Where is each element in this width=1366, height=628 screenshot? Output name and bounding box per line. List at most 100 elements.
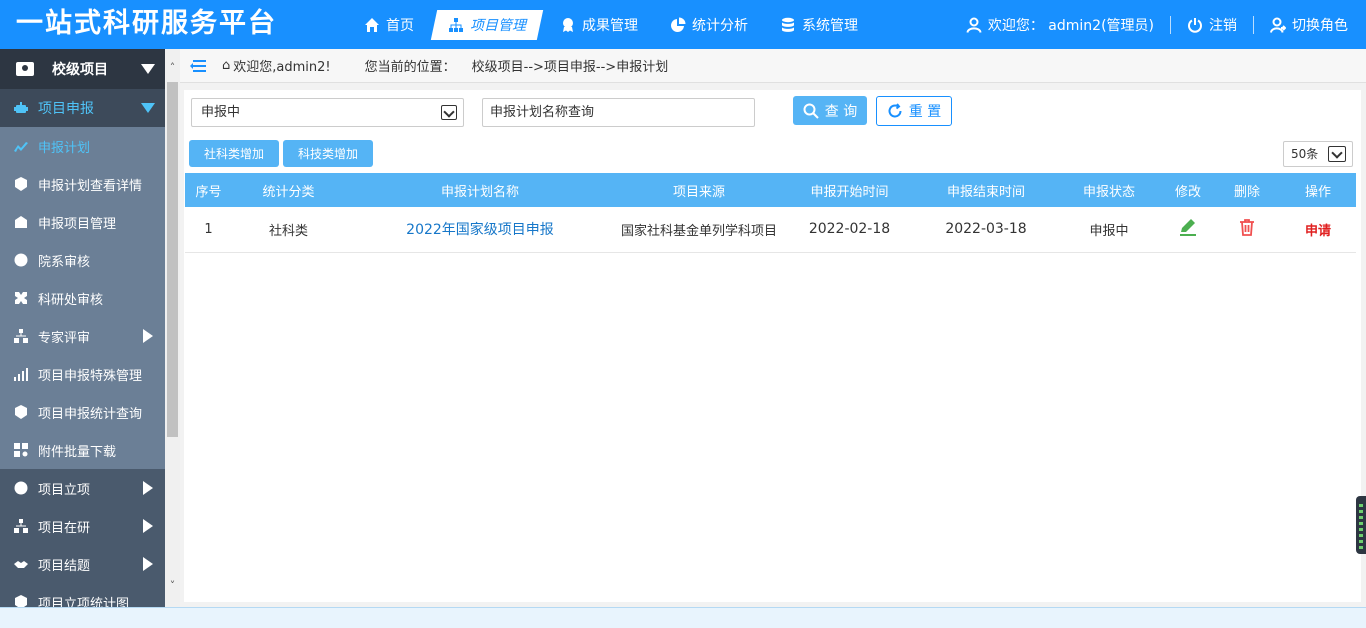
top-header: 一站式科研服务平台 首页 项目管理 成果管理 统计分析 系统管理 欢迎您： ad… bbox=[0, 0, 1366, 49]
chevron-down-icon bbox=[1328, 146, 1346, 162]
nav-home[interactable]: 首页 bbox=[352, 10, 426, 40]
sidebar-item-project-management[interactable]: 申报项目管理 bbox=[0, 203, 165, 241]
column-header: 序号 bbox=[185, 173, 232, 207]
chevron-up-icon[interactable]: ˄ bbox=[167, 61, 178, 75]
sidebar-item-project-completion[interactable]: 项目结题 bbox=[0, 545, 165, 583]
cube-icon bbox=[14, 177, 28, 191]
row-index: 1 bbox=[185, 207, 232, 253]
sidebar-item-project-in-progress[interactable]: 项目在研 bbox=[0, 507, 165, 545]
table-row: 1 社科类 2022年国家级项目申报 国家社科基金单列学科项目 2022-02-… bbox=[185, 207, 1356, 253]
nav-achievement-management[interactable]: 成果管理 bbox=[548, 10, 650, 40]
row-source: 国家社科基金单列学科项目 bbox=[615, 207, 783, 253]
user-icon bbox=[966, 17, 982, 33]
row-start-date: 2022-02-18 bbox=[783, 207, 916, 253]
add-social-science-button[interactable]: 社科类增加 bbox=[189, 140, 279, 167]
column-header: 删除 bbox=[1214, 173, 1280, 207]
database-icon bbox=[782, 17, 794, 32]
cube-icon bbox=[14, 405, 28, 419]
row-end-date: 2022-03-18 bbox=[916, 207, 1056, 253]
content-panel: 申报中 查 询 重 置 社科类增加 科技类增加 50条 序号 统计分类 bbox=[184, 90, 1361, 602]
monitor-icon bbox=[16, 62, 34, 76]
building-icon bbox=[14, 215, 28, 229]
circle-icon bbox=[14, 253, 28, 267]
line-chart-icon bbox=[14, 139, 28, 153]
aperture-icon bbox=[14, 481, 28, 495]
app-logo: 一站式科研服务平台 bbox=[16, 8, 277, 39]
menu-toggle-icon[interactable] bbox=[190, 59, 206, 73]
scrollbar-thumb[interactable] bbox=[167, 82, 178, 437]
sidebar-item-plan-details[interactable]: 申报计划查看详情 bbox=[0, 165, 165, 203]
caret-down-icon bbox=[141, 103, 155, 113]
status-select[interactable]: 申报中 bbox=[191, 98, 464, 127]
search-grid-icon bbox=[14, 443, 28, 457]
trash-icon[interactable] bbox=[1237, 219, 1257, 241]
handshake-icon bbox=[14, 557, 28, 571]
row-edit-cell bbox=[1162, 207, 1214, 253]
search-icon bbox=[803, 103, 819, 119]
column-header: 修改 bbox=[1162, 173, 1214, 207]
sidebar-scrollbar[interactable]: ˄ ˅ bbox=[165, 49, 180, 607]
divider bbox=[1170, 15, 1171, 34]
row-apply-button[interactable]: 申请 bbox=[1280, 207, 1356, 253]
nav-statistics[interactable]: 统计分析 bbox=[658, 10, 760, 40]
cube-icon bbox=[14, 595, 28, 607]
refresh-icon bbox=[888, 103, 902, 118]
breadcrumb-welcome: 欢迎您,admin2! bbox=[233, 60, 331, 75]
chevron-down-icon bbox=[441, 105, 457, 120]
user-switch-icon bbox=[1270, 17, 1286, 33]
sidebar-item-expert-review[interactable]: 专家评审 bbox=[0, 317, 165, 355]
plan-table: 序号 统计分类 申报计划名称 项目来源 申报开始时间 申报结束时间 申报状态 修… bbox=[185, 173, 1356, 253]
sidebar-item-batch-download[interactable]: 附件批量下载 bbox=[0, 431, 165, 469]
row-plan-name-link[interactable]: 2022年国家级项目申报 bbox=[345, 207, 615, 253]
column-header: 申报计划名称 bbox=[345, 173, 615, 207]
reset-button[interactable]: 重 置 bbox=[876, 96, 952, 126]
sidebar-top-school-projects[interactable]: 校级项目 bbox=[0, 49, 165, 89]
sidebar-item-special-management[interactable]: 项目申报特殊管理 bbox=[0, 355, 165, 393]
caret-right-icon bbox=[143, 519, 153, 533]
row-delete-cell bbox=[1214, 207, 1280, 253]
nav-system-management[interactable]: 系统管理 bbox=[768, 10, 870, 40]
sidebar-item-department-review[interactable]: 院系审核 bbox=[0, 241, 165, 279]
robot-icon bbox=[14, 101, 28, 115]
home-icon bbox=[365, 17, 379, 32]
column-header: 申报开始时间 bbox=[783, 173, 916, 207]
divider bbox=[1253, 15, 1254, 34]
breadcrumb: ⌂ 欢迎您,admin2! 您当前的位置： 校级项目-->项目申报-->申报计划 bbox=[180, 49, 1366, 83]
table-header-row: 序号 统计分类 申报计划名称 项目来源 申报开始时间 申报结束时间 申报状态 修… bbox=[185, 173, 1356, 207]
sidebar-item-approval-chart[interactable]: 项目立项统计图 bbox=[0, 583, 165, 607]
sidebar-group-project-application[interactable]: 项目申报 bbox=[0, 89, 165, 127]
welcome-user: 欢迎您： admin2(管理员) bbox=[966, 15, 1154, 35]
edit-icon[interactable] bbox=[1178, 219, 1198, 241]
caret-right-icon bbox=[143, 557, 153, 571]
caret-right-icon bbox=[143, 329, 153, 343]
page-size-select[interactable]: 50条 bbox=[1283, 141, 1353, 167]
floating-widget[interactable] bbox=[1356, 496, 1366, 554]
caret-right-icon bbox=[143, 481, 153, 495]
add-science-tech-button[interactable]: 科技类增加 bbox=[283, 140, 373, 167]
main-content: ⌂ 欢迎您,admin2! 您当前的位置： 校级项目-->项目申报-->申报计划… bbox=[180, 49, 1366, 607]
query-button[interactable]: 查 询 bbox=[793, 96, 867, 125]
cross-icon bbox=[14, 291, 28, 305]
column-header: 项目来源 bbox=[615, 173, 783, 207]
sidebar-item-application-plan[interactable]: 申报计划 bbox=[0, 127, 165, 165]
switch-role-button[interactable]: 切换角色 bbox=[1270, 15, 1348, 35]
sidebar-item-statistics-query[interactable]: 项目申报统计查询 bbox=[0, 393, 165, 431]
breadcrumb-path: 校级项目-->项目申报-->申报计划 bbox=[471, 60, 669, 75]
power-icon bbox=[1188, 17, 1202, 33]
bar-chart-icon bbox=[14, 367, 28, 381]
pie-chart-icon bbox=[671, 17, 686, 32]
logout-button[interactable]: 注销 bbox=[1187, 15, 1237, 35]
breadcrumb-location-label: 您当前的位置： bbox=[364, 60, 456, 75]
row-category: 社科类 bbox=[232, 207, 345, 253]
sidebar-item-research-office-review[interactable]: 科研处审核 bbox=[0, 279, 165, 317]
column-header: 操作 bbox=[1280, 173, 1356, 207]
sidebar-item-project-approval[interactable]: 项目立项 bbox=[0, 469, 165, 507]
sitemap-icon bbox=[14, 329, 28, 343]
plan-name-search-input[interactable] bbox=[482, 98, 755, 127]
home-icon: ⌂ bbox=[222, 58, 231, 73]
nav-project-management[interactable]: 项目管理 bbox=[430, 9, 544, 40]
chevron-down-icon[interactable]: ˅ bbox=[167, 579, 178, 593]
sitemap-icon bbox=[14, 519, 28, 533]
column-header: 申报状态 bbox=[1056, 173, 1162, 207]
sitemap-icon bbox=[449, 17, 463, 32]
